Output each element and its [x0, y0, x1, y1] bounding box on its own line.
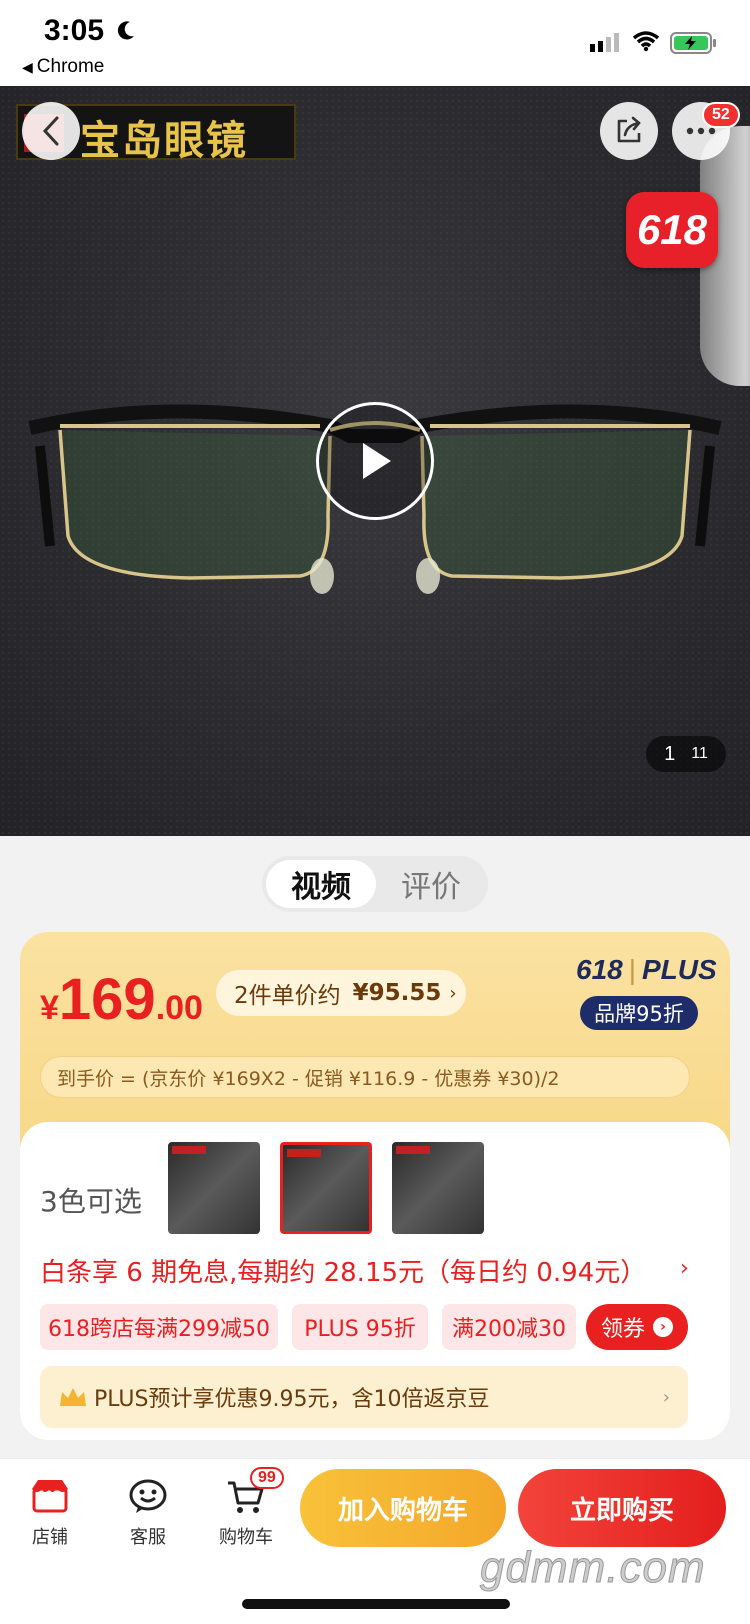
home-indicator[interactable] [242, 1599, 510, 1609]
options-card: 3色可选 白条享 6 期免息,每期约 28.15元（每日约 0.94元） › 6… [20, 1122, 730, 1440]
chevron-right-icon: › [449, 982, 457, 1004]
promo-618-badge: 618 [626, 192, 718, 268]
cart-count-badge: 99 [250, 1467, 284, 1489]
share-button[interactable] [600, 102, 658, 160]
nav-store-label: 店铺 [32, 1527, 68, 1548]
tab-review[interactable]: 评价 [376, 860, 486, 908]
more-dots-icon [686, 127, 716, 135]
watermark: gdmm.com [480, 1543, 706, 1593]
image-counter: 1 11 [646, 736, 726, 772]
back-triangle-icon: ◀ [22, 59, 33, 75]
color-thumbnail[interactable] [392, 1142, 484, 1234]
tab-video[interactable]: 视频 [266, 860, 376, 908]
back-to-app-link[interactable]: ◀ Chrome [22, 56, 104, 78]
promo-tag-full-reduction[interactable]: 满200减30 [442, 1304, 576, 1350]
nav-service-label: 客服 [130, 1527, 166, 1548]
color-thumbnail[interactable] [168, 1142, 260, 1234]
price-decimal: .00 [155, 989, 203, 1027]
battery-charging-icon [670, 32, 716, 54]
play-icon [363, 443, 391, 479]
moon-icon [117, 21, 134, 40]
back-button[interactable] [22, 102, 80, 160]
store-icon [32, 1480, 68, 1513]
plus-logo-618: 618 [576, 954, 623, 985]
bottom-action-bar: 店铺 客服 购物车 99 加入购物车 立即购买 gdmm.com [0, 1458, 750, 1624]
add-to-cart-button[interactable]: 加入购物车 [300, 1469, 506, 1547]
price-card: ¥169.00 2件单价约 ¥95.55 › 618 | PLUS 品牌95折 到手… [20, 932, 730, 1440]
play-video-button[interactable] [316, 402, 434, 520]
buy-now-button[interactable]: 立即购买 [518, 1469, 726, 1547]
brand-discount-badge: 品牌95折 [580, 996, 698, 1030]
status-bar: 3:05 ◀ Chrome [0, 0, 750, 86]
back-app-label: Chrome [36, 56, 105, 77]
nav-customer-service[interactable]: 客服 [108, 1473, 188, 1549]
price-integer: 169 [58, 967, 156, 1032]
get-coupon-button[interactable]: 领券 › [586, 1304, 688, 1350]
final-price-formula: 到手价 = (京东价 ¥169X2 - 促销 ¥116.9 - 优惠券 ¥30)… [40, 1056, 690, 1098]
share-icon [617, 116, 641, 143]
chevron-right-icon: › [662, 1386, 670, 1408]
smiley-service-icon [129, 1479, 167, 1513]
image-index: 1 [664, 742, 676, 765]
cell-signal-icon [590, 33, 619, 52]
chevron-right-icon: › [680, 1256, 689, 1281]
color-count-label[interactable]: 3色可选 [40, 1180, 142, 1220]
get-coupon-label: 领券 [600, 1317, 645, 1342]
message-count-badge: 52 [702, 102, 740, 128]
plus-benefit-bar[interactable]: PLUS预计享优惠9.95元，含10倍返京豆 › [40, 1366, 688, 1428]
plus-benefit-text: PLUS预计享优惠9.95元，含10倍返京豆 [94, 1387, 490, 1412]
chevron-left-icon [42, 116, 59, 146]
plus-618-logo: 618 | PLUS [576, 954, 717, 985]
nav-cart-label: 购物车 [219, 1527, 273, 1548]
crown-icon [60, 1388, 86, 1406]
promo-tag-plus[interactable]: PLUS 95折 [292, 1304, 428, 1350]
unit-price-value: ¥95.55 [352, 980, 442, 1006]
promo-tag-cross-store[interactable]: 618跨店每满299减50 [40, 1304, 278, 1350]
status-time: 3:05 [44, 14, 105, 47]
unit-price-pill[interactable]: 2件单价约 ¥95.55 › [216, 970, 466, 1016]
unit-price-label: 2件单价约 [234, 983, 341, 1009]
product-image-gallery[interactable]: 宝岛眼镜 52 618 1 11 [0, 86, 750, 836]
chevron-right-icon: › [653, 1317, 673, 1337]
color-thumbnail-selected[interactable] [280, 1142, 372, 1234]
brand-logo-text: 宝岛眼镜 [80, 117, 248, 164]
image-total: 11 [691, 745, 708, 762]
media-tabs: 视频 评价 [262, 856, 488, 912]
plus-logo-word: PLUS [642, 954, 717, 985]
price: ¥169.00 [40, 966, 203, 1033]
installment-offer[interactable]: 白条享 6 期免息,每期约 28.15元（每日约 0.94元） [40, 1252, 646, 1289]
nav-store[interactable]: 店铺 [10, 1473, 90, 1549]
wifi-icon [632, 31, 660, 52]
price-currency: ¥ [40, 989, 59, 1027]
